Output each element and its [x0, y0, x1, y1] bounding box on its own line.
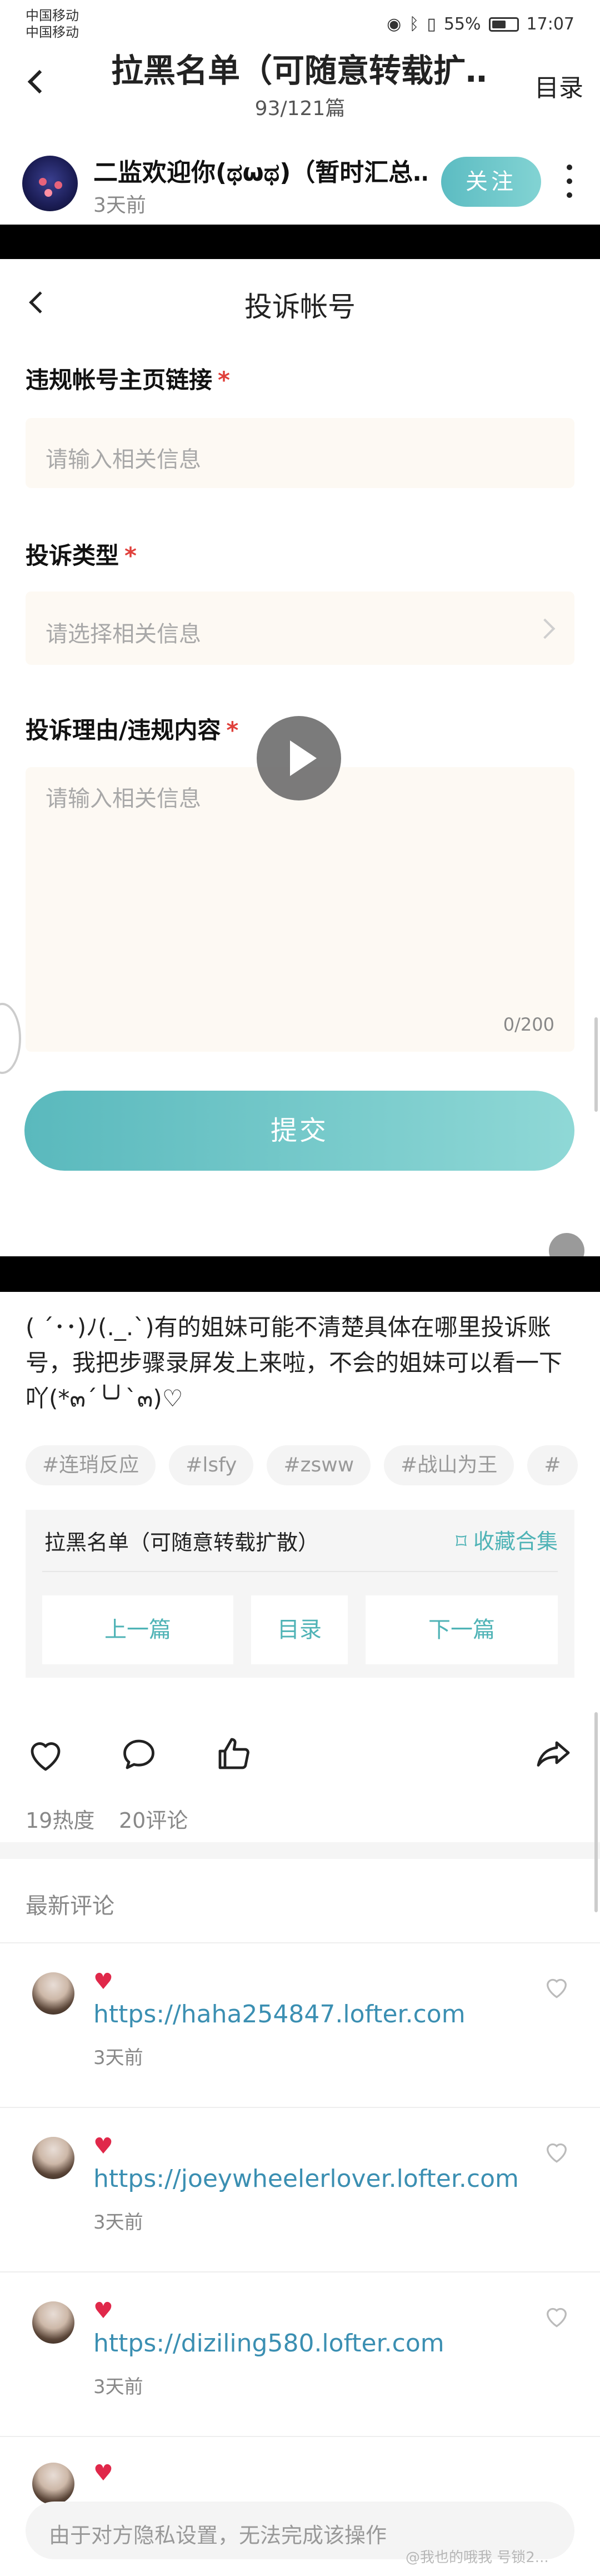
- battery-percent: 55%: [443, 14, 481, 34]
- commenter-avatar[interactable]: [32, 2137, 74, 2179]
- video-letterbox-bottom: [0, 1256, 600, 1292]
- field-box-link: 请输入相关信息: [26, 418, 574, 488]
- tag-chip[interactable]: #连琑反应: [26, 1445, 156, 1485]
- bookmark-icon: ⌑: [456, 1529, 467, 1554]
- video-player[interactable]: 投诉帐号 违规帐号主页链接 * 请输入相关信息 投诉类型 * 请选择相关信息 投诉理…: [0, 225, 600, 1292]
- comment-item: ♥ https://haha254847.lofter.com 3天前: [0, 1942, 600, 2109]
- divider: [0, 2436, 600, 2437]
- red-heart-emoji: ♥: [93, 1969, 113, 1995]
- more-options-icon[interactable]: [567, 165, 572, 198]
- favorite-collection-button[interactable]: ⌑ 收藏合集: [456, 1524, 558, 1555]
- vibrate-icon: ▯: [427, 14, 436, 34]
- comment-link[interactable]: https://haha254847.lofter.com: [93, 2000, 466, 2028]
- post-body: ( ´･･)ﾉ(._.`)有的姐妹可能不清楚具体在哪里投诉账号，我把步骤录屏发上…: [26, 1314, 563, 1412]
- field-box-type: 请选择相关信息: [26, 591, 574, 665]
- clock: 17:07: [526, 14, 574, 34]
- comment-time: 3天前: [93, 2211, 143, 2234]
- side-handle-icon: [0, 1003, 21, 1074]
- battery-icon: [488, 17, 519, 32]
- play-icon[interactable]: [257, 716, 341, 800]
- comment-icon[interactable]: [119, 1734, 159, 1774]
- collection-title[interactable]: 拉黑名单（可随意转载扩散）: [44, 1525, 319, 1556]
- inner-submit-button: 提交: [24, 1091, 574, 1171]
- divider: [0, 2271, 600, 2272]
- field-box-reason: 请输入相关信息 0/200: [26, 767, 574, 1052]
- tag-list: #连琑反应 #lsfy #zsww #战山为王 #: [26, 1445, 600, 1490]
- catalog-button[interactable]: 目录: [534, 68, 583, 103]
- author-avatar[interactable]: [22, 156, 78, 211]
- tag-chip[interactable]: #战山为王: [384, 1445, 514, 1485]
- field-label-type: 投诉类型 *: [26, 542, 137, 569]
- field-label-reason: 投诉理由/违规内容 *: [26, 717, 239, 744]
- tag-chip[interactable]: #: [527, 1445, 578, 1485]
- comment-item: ♥: [0, 2436, 600, 2505]
- comment-input-placeholder: 由于对方隐私设置，无法完成该操作: [49, 2523, 387, 2548]
- field-placeholder-link: 请输入相关信息: [46, 447, 201, 473]
- divider: [42, 1571, 558, 1572]
- heart-icon[interactable]: [26, 1734, 66, 1774]
- back-arrow-icon: [27, 69, 52, 94]
- comment-time: 3天前: [93, 2376, 143, 2398]
- char-counter: 0/200: [503, 1014, 554, 1035]
- prev-post-button[interactable]: 上一篇: [42, 1595, 233, 1664]
- follow-button[interactable]: 关注: [441, 157, 541, 207]
- tag-chip[interactable]: #lsfy: [169, 1445, 254, 1485]
- field-placeholder-type: 请选择相关信息: [46, 621, 201, 647]
- divider: [0, 2107, 600, 2108]
- comment-like-icon[interactable]: [541, 1971, 572, 2002]
- carrier-label-2: 中国移动: [26, 24, 79, 40]
- next-post-button[interactable]: 下一篇: [366, 1595, 558, 1664]
- chevron-right-icon: [534, 618, 556, 639]
- thumbs-up-icon[interactable]: [213, 1734, 253, 1774]
- heat-count: 19热度: [26, 1808, 95, 1833]
- divider: [0, 1942, 600, 1943]
- scrollbar: [594, 1017, 598, 1112]
- comment-link[interactable]: https://diziling580.lofter.com: [93, 2329, 444, 2358]
- latest-comments-title: 最新评论: [26, 1893, 114, 1919]
- comment-link[interactable]: https://joeywheelerlover.lofter.com: [93, 2165, 519, 2193]
- comment-time: 3天前: [93, 2047, 143, 2069]
- share-icon[interactable]: [533, 1734, 573, 1774]
- scrollbar: [594, 1712, 598, 1912]
- collection-catalog-button[interactable]: 目录: [251, 1595, 348, 1664]
- tag-chip[interactable]: #zsww: [267, 1445, 371, 1485]
- inner-screen-title: 投诉帐号: [244, 291, 356, 323]
- comment-item: ♥ https://joeywheelerlover.lofter.com 3天…: [0, 2107, 600, 2274]
- field-label-link: 违规帐号主页链接 *: [26, 366, 230, 394]
- comment-count[interactable]: 20评论: [119, 1803, 188, 1834]
- comment-like-icon[interactable]: [541, 2136, 572, 2167]
- back-button[interactable]: [22, 66, 56, 99]
- commenter-avatar[interactable]: [32, 1972, 74, 2015]
- comment-like-icon[interactable]: [541, 2300, 572, 2331]
- post-time: 3天前: [93, 194, 146, 217]
- watermark: @我也的哦我 号锁2...: [406, 2549, 549, 2566]
- bluetooth-icon: ᛒ: [409, 14, 419, 34]
- red-heart-emoji: ♥: [93, 2460, 113, 2486]
- eye-icon: ◉: [387, 14, 402, 34]
- red-heart-emoji: ♥: [93, 2134, 113, 2159]
- comment-item: ♥ https://diziling580.lofter.com 3天前: [0, 2271, 600, 2438]
- section-separator: [0, 1842, 600, 1859]
- page-counter: 93/121篇: [254, 97, 346, 120]
- video-letterbox-top: [0, 225, 600, 259]
- page-title: 拉黑名单（可随意转载扩…: [111, 52, 489, 89]
- status-right: ◉ ᛒ ▯ 55% 17:07: [387, 14, 574, 34]
- author-name[interactable]: 二监欢迎你(ಥωಥ)（暂时汇总…: [93, 152, 427, 188]
- red-heart-emoji: ♥: [93, 2298, 113, 2324]
- commenter-avatar[interactable]: [32, 2301, 74, 2344]
- carrier-label-1: 中国移动: [26, 8, 79, 23]
- collection-card: 拉黑名单（可随意转载扩散） ⌑ 收藏合集 上一篇 目录 下一篇: [26, 1510, 574, 1678]
- field-placeholder-reason: 请输入相关信息: [46, 786, 201, 812]
- commenter-avatar[interactable]: [32, 2463, 74, 2505]
